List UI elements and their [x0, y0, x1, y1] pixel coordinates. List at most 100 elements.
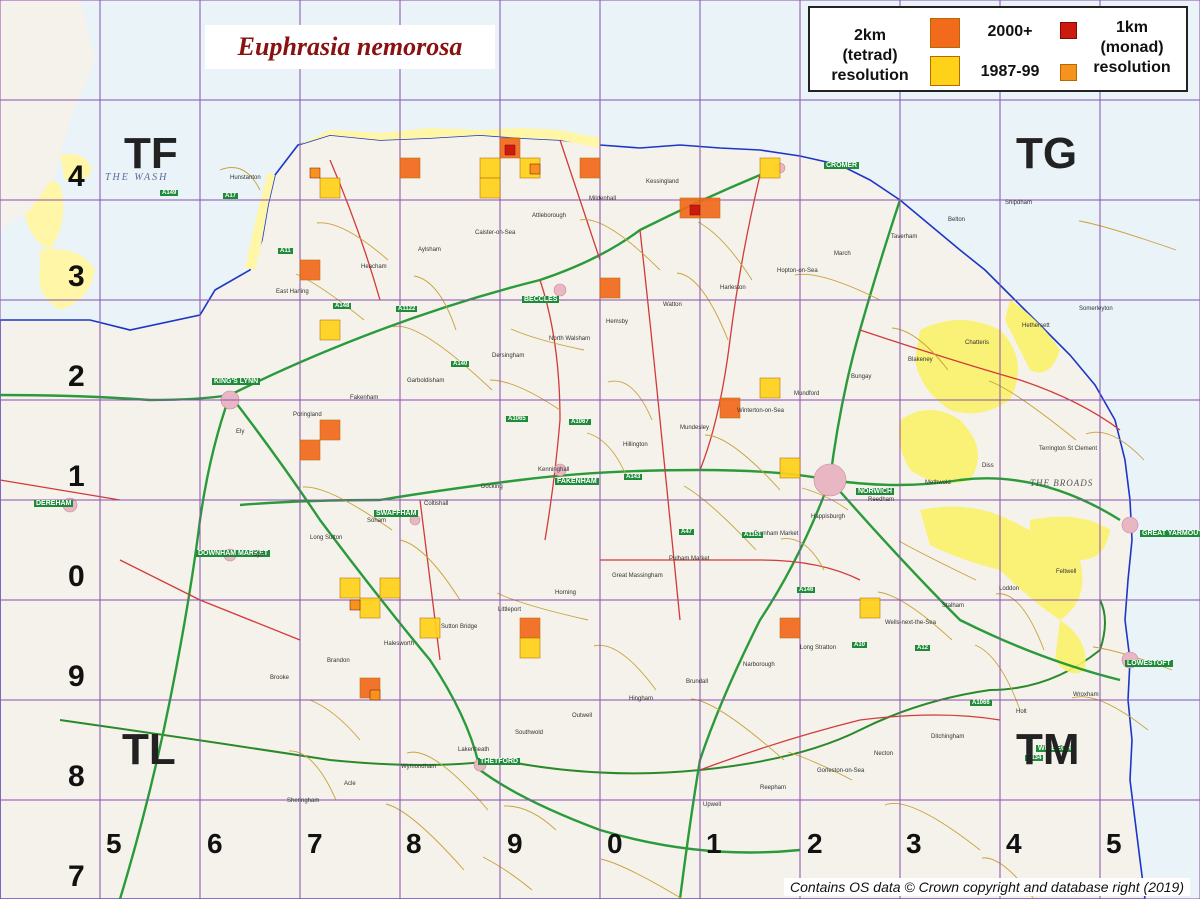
tetrad-record: [759, 377, 781, 399]
place-label: Gorleston-on-Sea: [817, 768, 865, 774]
place-label: Aylsham: [418, 247, 441, 253]
distribution-map: KING'S LYNN NORWICH GREAT YARMOUTH LOWESTOF…: [0, 0, 1200, 899]
town-area: [813, 463, 847, 497]
town-label: NORWICH: [856, 488, 895, 495]
place-label: Stalham: [942, 603, 965, 609]
place-label: Bungay: [851, 374, 872, 380]
place-label: Holt: [1016, 709, 1027, 715]
place-label: Mundesley: [680, 425, 710, 431]
tetrad-record: [479, 177, 501, 199]
tetrad-record: [759, 157, 781, 179]
northing-label: 4: [68, 160, 85, 193]
place-label: Garboldisham: [407, 378, 445, 384]
tetrad-record: [519, 637, 541, 659]
town-label: GREAT YARMOUTH: [1140, 530, 1200, 537]
town-label: THETFORD: [478, 758, 521, 765]
map-title: Euphrasia nemorosa: [237, 32, 463, 61]
tetrad-record: [779, 457, 801, 479]
easting-label: 9: [507, 828, 523, 859]
legend-swatch-monad-1987: [1060, 64, 1077, 81]
place-label: Winterton-on-Sea: [737, 408, 785, 414]
northing-label: 2: [68, 360, 85, 393]
northing-label: 0: [68, 560, 85, 593]
easting-label: 3: [906, 828, 922, 859]
legend-period-old: 1987-99: [980, 63, 1040, 80]
tetrad-record: [419, 617, 441, 639]
place-label: Halesworth: [384, 641, 415, 647]
place-label: Great Massingham: [612, 573, 663, 579]
monad-record: [689, 204, 701, 216]
place-label: Narborough: [743, 662, 775, 668]
place-label: Wroxham: [1073, 692, 1099, 698]
road-number-label: A140: [451, 361, 470, 367]
road-number-label: A1067: [569, 419, 591, 425]
tetrad-record: [319, 177, 341, 199]
place-label: Hemsby: [606, 319, 629, 325]
tetrad-record: [599, 277, 621, 299]
place-label: Dersingham: [492, 353, 525, 359]
town-area: [1121, 516, 1139, 534]
tetrad-record: [479, 157, 501, 179]
monad-record: [349, 599, 361, 611]
place-label: Shipdham: [1005, 200, 1033, 206]
road-number-label: A1065: [506, 416, 528, 422]
place-label: Hillington: [623, 442, 648, 448]
place-label: Littleport: [498, 607, 522, 613]
town-area: [553, 283, 567, 297]
town-label: LOWESTOFT: [1125, 660, 1173, 667]
road-number-label: A17: [223, 193, 239, 199]
northing-label: 3: [68, 260, 85, 293]
place-label: Sutton Bridge: [441, 624, 478, 630]
place-label: Brooke: [270, 675, 290, 681]
town-label: SWAFFHAM: [374, 510, 419, 517]
legend-tetrad-label: 2km (tetrad) resolution: [831, 27, 909, 84]
place-label: March: [834, 251, 851, 257]
town-label: BECCLES: [522, 296, 560, 303]
place-label: Ditchingham: [931, 734, 965, 740]
place-label: Wells-next-the-Sea: [885, 620, 936, 626]
road-number-label: A47: [679, 529, 695, 535]
easting-label: 4: [1006, 828, 1022, 859]
place-label: Kenninghall: [538, 467, 570, 473]
place-label: Eye: [253, 552, 264, 558]
place-label: Methwold: [925, 480, 951, 486]
place-label: Pulham Market: [669, 556, 710, 562]
place-label: Hethersett: [1022, 323, 1050, 329]
legend-swatch-tetrad-2000: [930, 18, 960, 48]
place-label: Docking: [481, 484, 503, 490]
easting-label: 7: [307, 828, 323, 859]
place-label: Terrington St Clement: [1039, 446, 1098, 452]
tetrad-record: [319, 419, 341, 441]
tetrad-record: [339, 577, 361, 599]
place-label: Brundall: [686, 679, 709, 685]
place-label: Hingham: [629, 696, 654, 702]
tetrad-record: [299, 439, 321, 461]
legend: 2km (tetrad) resolution 2000+ 1987-99 1k…: [808, 6, 1188, 92]
place-label: Chatteris: [965, 340, 990, 346]
monad-record: [504, 144, 516, 156]
northing-label: 7: [68, 860, 85, 893]
easting-label: 8: [406, 828, 422, 859]
place-label: Wymondham: [401, 764, 437, 770]
road-number-label: A1151: [742, 532, 764, 538]
easting-label: 2: [807, 828, 823, 859]
tetrad-record: [779, 617, 801, 639]
road-number-label: A149: [160, 190, 179, 196]
place-label: Blakeney: [908, 357, 933, 363]
place-label: Heacham: [361, 264, 387, 270]
monad-record: [529, 163, 541, 175]
place-label: Sheringham: [287, 798, 320, 804]
tetrad-record: [379, 577, 401, 599]
place-label: Coltishall: [424, 501, 449, 507]
place-label: Kessingland: [646, 179, 679, 185]
place-label: Long Sutton: [310, 535, 343, 541]
tetrad-record: [359, 597, 381, 619]
easting-label: 6: [207, 828, 223, 859]
place-label: Horning: [555, 590, 577, 596]
place-label: Attleborough: [532, 213, 567, 219]
town-label: CROMER: [824, 162, 860, 169]
water-label-the-broads: THE BROADS: [1030, 478, 1094, 488]
place-label: Taverham: [891, 234, 918, 240]
place-label: Reepham: [760, 785, 787, 791]
place-label: Mundford: [794, 391, 820, 397]
